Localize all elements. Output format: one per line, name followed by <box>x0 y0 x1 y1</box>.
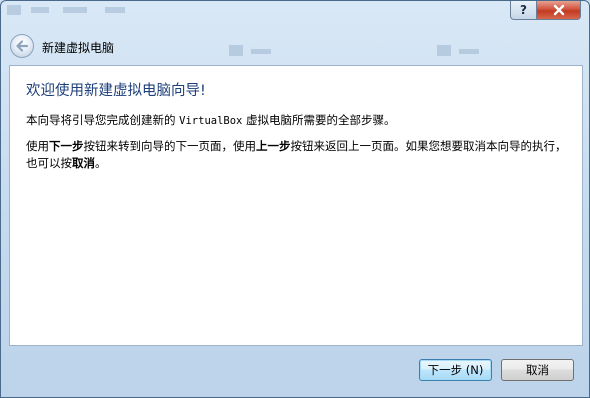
wizard-content-panel: 欢迎使用新建虚拟电脑向导! 本向导将引导您完成创建新的 VirtualBox 虚… <box>9 65 583 346</box>
background-snapshots-icon <box>437 45 451 56</box>
close-button[interactable] <box>537 1 581 20</box>
next-term: 下一步 <box>49 139 84 153</box>
background-details-icon <box>229 45 243 56</box>
intro-text: 本向导将引导您完成创建新的 VirtualBox 虚拟电脑所需要的全部步骤。 <box>26 112 574 130</box>
wizard-title: 新建虚拟电脑 <box>42 41 115 55</box>
instructions-part-2: 按钮来转到向导的下一页面，使用 <box>83 139 257 153</box>
background-toolbar-icon <box>31 7 49 13</box>
intro-text-start: 本向导将引导您完成创建新的 <box>26 113 180 127</box>
background-toolbar-icon <box>7 5 21 15</box>
new-vm-wizard-window: ? 新建虚拟电脑 欢迎使用新建虚拟电脑向导! 本向导将引导您完成创建新的 Vir… <box>0 0 590 398</box>
product-name: VirtualBox <box>179 115 243 127</box>
back-arrow-icon <box>16 40 29 52</box>
background-snapshots-label <box>459 49 479 54</box>
back-term: 上一步 <box>256 139 291 153</box>
back-button[interactable] <box>10 34 34 58</box>
help-icon: ? <box>520 3 527 17</box>
cancel-term: 取消 <box>72 156 95 170</box>
close-icon <box>553 4 564 16</box>
intro-text-end: 虚拟电脑所需要的全部步骤。 <box>242 113 396 127</box>
background-toolbar-icon <box>105 7 125 13</box>
instructions-text: 使用下一步按钮来转到向导的下一页面，使用上一步按钮来返回上一页面。如果您想要取消… <box>26 138 574 172</box>
instructions-part-1: 使用 <box>26 139 49 153</box>
instructions-part-4: 。 <box>95 156 107 170</box>
next-button[interactable]: 下一步 (N) <box>419 359 492 381</box>
help-button[interactable]: ? <box>510 1 537 20</box>
background-toolbar-icon <box>63 7 87 13</box>
cancel-button[interactable]: 取消 <box>501 359 574 381</box>
page-heading: 欢迎使用新建虚拟电脑向导! <box>26 83 206 99</box>
background-details-label <box>251 49 271 54</box>
